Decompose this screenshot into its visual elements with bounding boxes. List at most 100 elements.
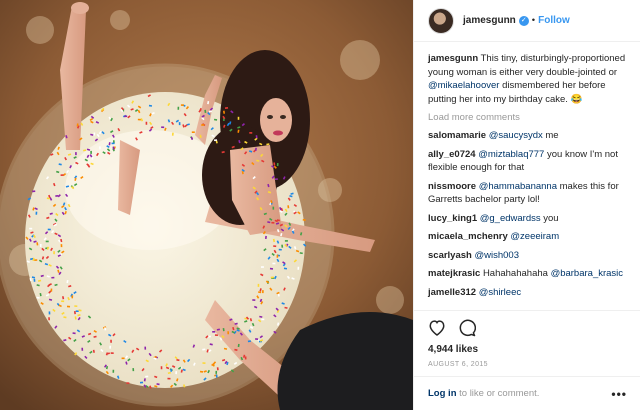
sprinkle — [29, 227, 33, 230]
comment-item: micaela_mchenry @zeeeiram — [428, 230, 626, 244]
comment-text: me — [542, 130, 559, 141]
comment-item: ally_e0724 @miztablaq777 you know I'm no… — [428, 148, 626, 175]
comment-mention[interactable]: @shirleec — [479, 287, 521, 298]
comment-mention[interactable]: @zeeeiram — [510, 231, 559, 242]
comment-username[interactable]: scarlyash — [428, 250, 472, 261]
sprinkle — [227, 331, 230, 335]
sprinkle — [276, 254, 279, 258]
sprinkle — [48, 311, 51, 315]
post-detail-panel: jamesgunn ✓ • Follow jamesgunn This tiny… — [413, 0, 640, 410]
load-more-comments-link[interactable]: Load more comments — [428, 112, 626, 123]
post-photo[interactable] — [0, 0, 413, 410]
sprinkle — [33, 278, 36, 282]
sprinkle — [177, 106, 180, 110]
comment-mention[interactable]: @g_edwardss — [480, 213, 541, 224]
sprinkle — [270, 276, 274, 279]
sprinkle — [161, 126, 165, 129]
sprinkle — [191, 131, 195, 133]
login-prompt-text: to like or comment. — [456, 388, 540, 399]
sprinkle — [34, 259, 38, 261]
avatar[interactable] — [428, 7, 454, 34]
sprinkle — [272, 206, 275, 210]
comment-username[interactable]: jamelle312 — [428, 287, 476, 298]
comment-item: scarlyash @wish003 — [428, 249, 626, 263]
cake-photo-image — [0, 0, 413, 410]
sprinkle — [47, 228, 51, 231]
login-prompt: Log in to like or comment. — [428, 388, 539, 399]
comment-username[interactable]: lucy_king1 — [428, 213, 477, 224]
sprinkle — [50, 288, 53, 292]
comments-list[interactable]: jamesgunn This tiny, disturbingly-propor… — [414, 42, 640, 310]
username-link[interactable]: jamesgunn — [463, 15, 516, 26]
comment-username[interactable]: ally_e0724 — [428, 149, 476, 160]
sprinkle — [278, 248, 282, 251]
sprinkle — [252, 299, 256, 301]
comment-item: nissmoore @hammabananna makes this for G… — [428, 180, 626, 207]
comment-icon[interactable] — [458, 319, 476, 340]
comment-text: Hahahahahaha — [482, 268, 548, 279]
sprinkle — [260, 266, 265, 268]
comment-username[interactable]: micaela_mchenry — [428, 231, 508, 242]
login-link[interactable]: Log in — [428, 388, 457, 399]
sprinkle — [273, 245, 277, 248]
sprinkle — [202, 362, 206, 364]
sprinkle — [51, 276, 55, 279]
sprinkle — [255, 338, 259, 340]
comment-username[interactable]: salomamarie — [428, 130, 486, 141]
caption-username[interactable]: jamesgunn — [428, 53, 478, 64]
sprinkle — [261, 318, 265, 321]
comment-mention[interactable]: @saucysydx — [489, 130, 543, 141]
sprinkle — [244, 356, 247, 360]
sprinkle — [297, 266, 300, 270]
sprinkle — [75, 310, 79, 312]
follow-button[interactable]: Follow — [538, 15, 570, 26]
sprinkle — [215, 370, 218, 374]
comment-text: you — [540, 212, 559, 224]
caption-mention[interactable]: @mikaelahoover — [428, 80, 499, 91]
sprinkle — [55, 195, 59, 197]
comment-mention[interactable]: @miztablaq777 — [478, 149, 544, 160]
sprinkle — [71, 295, 74, 299]
sprinkle — [81, 347, 84, 351]
sprinkle — [201, 124, 205, 126]
heart-icon[interactable] — [428, 319, 446, 339]
comment-item: matejkrasic Hahahahahaha @barbara_krasic — [428, 267, 626, 281]
sprinkle — [214, 334, 218, 337]
likes-count[interactable]: 4,944 likes — [428, 344, 627, 355]
comment-item: lucy_king1 @g_edwardss you — [428, 212, 626, 226]
sprinkle — [213, 139, 218, 142]
sprinkle — [160, 366, 163, 370]
more-options-icon[interactable]: ••• — [611, 387, 627, 401]
sprinkle — [249, 132, 253, 134]
sprinkle — [109, 345, 112, 349]
sprinkle — [126, 382, 130, 385]
post-date: AUGUST 6, 2015 — [428, 361, 488, 368]
comment-username[interactable]: matejkrasic — [428, 268, 480, 279]
sprinkle — [110, 339, 112, 343]
sprinkle — [35, 211, 38, 215]
sprinkle — [272, 262, 276, 265]
sprinkle — [271, 221, 275, 224]
verified-badge-icon: ✓ — [518, 15, 529, 26]
sprinkle — [90, 150, 92, 154]
sprinkle — [53, 251, 55, 255]
sprinkle — [145, 375, 149, 378]
sprinkle — [237, 116, 240, 120]
sprinkle — [207, 335, 211, 338]
sprinkle — [257, 283, 260, 287]
sprinkle — [32, 190, 36, 193]
comment-item: salomamarie @saucysydx me — [428, 129, 626, 143]
comment-username[interactable]: nissmoore — [428, 181, 476, 192]
comment-mention[interactable]: @barbara_krasic — [551, 268, 623, 279]
sprinkle — [178, 122, 181, 126]
sprinkle — [199, 370, 204, 373]
post-caption: jamesgunn This tiny, disturbingly-propor… — [428, 52, 626, 106]
comment-mention[interactable]: @wish003 — [474, 250, 519, 261]
comment-footer: Log in to like or comment. ••• — [414, 376, 640, 410]
sprinkle — [111, 142, 115, 145]
sprinkle — [99, 146, 101, 150]
sprinkle — [45, 240, 49, 243]
sprinkle — [284, 240, 288, 242]
sprinkle — [171, 132, 174, 136]
comment-mention[interactable]: @hammabananna — [479, 181, 557, 192]
